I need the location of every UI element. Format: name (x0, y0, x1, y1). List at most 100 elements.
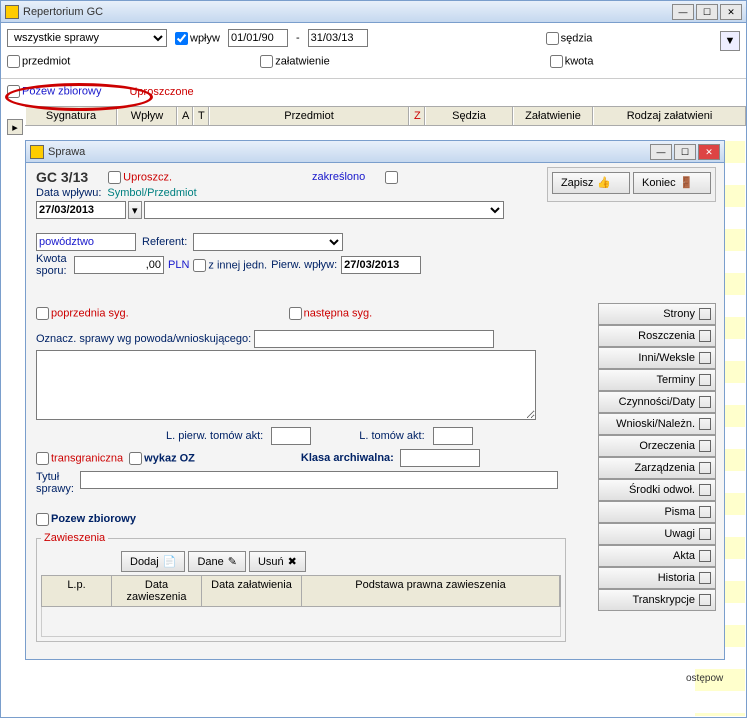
date-picker-button[interactable]: ▾ (128, 201, 142, 219)
wplyw-check[interactable]: wpływ (175, 32, 220, 45)
row3: Pozew zbiorowy Uproszczone (1, 81, 746, 102)
usun-button[interactable]: Usuń✖ (249, 551, 306, 572)
exit-icon: 🚪 (680, 176, 694, 190)
sub-window: Sprawa — ☐ ✕ GC 3/13 Uproszcz. zakreślon… (25, 140, 725, 660)
side-zarzadzenia[interactable]: Zarządzenia (598, 457, 716, 479)
l-pierw-tomow-label: L. pierw. tomów akt: (166, 430, 263, 442)
close-button[interactable]: ✕ (720, 4, 742, 20)
transgraniczna-check[interactable]: transgraniczna (36, 452, 123, 465)
filter-dropdown[interactable]: wszystkie sprawy (7, 29, 167, 47)
tytul-input[interactable] (80, 471, 558, 489)
poprzednia-check[interactable]: poprzednia syg. (36, 307, 129, 320)
filter-icon[interactable]: ▼ (720, 31, 740, 51)
main-titlebar: Repertorium GC — ☐ ✕ (1, 1, 746, 23)
letters-icon (699, 506, 711, 518)
l-pierw-tomow-input[interactable] (271, 427, 311, 445)
claims-icon (699, 330, 711, 342)
zakreslono-label: zakreślono (312, 171, 365, 183)
col-t[interactable]: T (193, 107, 209, 125)
save-area: Zapisz👍 Koniec🚪 (547, 167, 716, 202)
susp-col-data-zal: Data załatwienia (202, 576, 302, 606)
side-inni[interactable]: Inni/Weksle (598, 347, 716, 369)
col-rodzaj[interactable]: Rodzaj załatwieni (593, 107, 746, 125)
oznacz-input[interactable] (254, 330, 494, 348)
zakreslono-check[interactable] (385, 171, 398, 184)
kwota-check[interactable]: kwota (550, 55, 594, 68)
kwota-sporu-label: Kwota sporu: (36, 253, 70, 277)
edit-icon: ✎ (228, 555, 237, 568)
zawieszenia-legend: Zawieszenia (41, 532, 108, 544)
side-wnioski[interactable]: Wnioski/Należn. (598, 413, 716, 435)
notes-icon (699, 528, 711, 540)
klasa-arch-input[interactable] (400, 449, 480, 467)
pierw-wplyw-label: Pierw. wpływ: (271, 259, 337, 271)
zapisz-button[interactable]: Zapisz👍 (552, 172, 630, 194)
sedzia-check[interactable]: sędzia (546, 32, 593, 45)
koniec-button[interactable]: Koniec🚪 (633, 172, 711, 194)
col-przedmiot[interactable]: Przedmiot (209, 107, 409, 125)
symbol-label: Symbol/Przedmiot (107, 187, 196, 199)
people-icon (699, 308, 711, 320)
data-wplywu-label: Data wpływu: (36, 187, 101, 199)
pln-label: PLN (168, 259, 189, 271)
side-transkrypcje[interactable]: Transkrypcje (598, 589, 716, 611)
zalatwienie-check[interactable]: załatwienie (260, 55, 329, 68)
side-pisma[interactable]: Pisma (598, 501, 716, 523)
przedmiot-check[interactable]: przedmiot (7, 55, 70, 68)
data-wplywu-input[interactable] (36, 201, 126, 219)
case-number: GC 3/13 (36, 169, 88, 185)
powodztwo-input[interactable] (36, 233, 136, 251)
col-sedzia[interactable]: Sędzia (425, 107, 513, 125)
symbol-select[interactable] (144, 201, 504, 219)
side-uwagi[interactable]: Uwagi (598, 523, 716, 545)
referent-select[interactable] (193, 233, 343, 251)
transcript-icon (699, 594, 711, 606)
description-textarea[interactable] (36, 350, 536, 420)
app-icon (5, 5, 19, 19)
l-tomow-input[interactable] (433, 427, 473, 445)
side-historia[interactable]: Historia (598, 567, 716, 589)
uproszcz-check[interactable]: Uproszcz. (108, 171, 172, 184)
pozew-zbiorowy-main-check[interactable]: Pozew zbiorowy (7, 85, 101, 98)
side-strony[interactable]: Strony (598, 303, 716, 325)
sub-close-button[interactable]: ✕ (698, 144, 720, 160)
susp-col-lp: L.p. (42, 576, 112, 606)
filter-row2: przedmiot załatwienie kwota (1, 53, 746, 76)
side-akta[interactable]: Akta (598, 545, 716, 567)
minimize-button[interactable]: — (672, 4, 694, 20)
nastepna-check[interactable]: następna syg. (289, 307, 373, 320)
col-sygnatura[interactable]: Sygnatura (25, 107, 117, 125)
activities-icon (699, 396, 711, 408)
date-from-input[interactable] (228, 29, 288, 47)
col-wplyw[interactable]: Wpływ (117, 107, 177, 125)
delete-icon: ✖ (288, 555, 297, 568)
appeals-icon (699, 484, 711, 496)
rulings-icon (699, 440, 711, 452)
side-czynnosci[interactable]: Czynności/Daty (598, 391, 716, 413)
col-zalatwienie[interactable]: Załatwienie (513, 107, 593, 125)
side-roszczenia[interactable]: Roszczenia (598, 325, 716, 347)
sub-titlebar: Sprawa — ☐ ✕ (26, 141, 724, 163)
side-orzeczenia[interactable]: Orzeczenia (598, 435, 716, 457)
side-terminy[interactable]: Terminy (598, 369, 716, 391)
tytul-label: Tytuł sprawy: (36, 471, 76, 495)
oznacz-label: Oznacz. sprawy wg powoda/wnioskującego: (36, 333, 251, 345)
wykaz-oz-check[interactable]: wykaz OZ (129, 452, 195, 465)
klasa-arch-label: Klasa archiwalna: (301, 452, 394, 464)
col-a[interactable]: A (177, 107, 193, 125)
side-srodki[interactable]: Środki odwoł. (598, 479, 716, 501)
maximize-button[interactable]: ☐ (696, 4, 718, 20)
pozew-zbiorowy-sub-check[interactable]: Pozew zbiorowy (36, 513, 136, 525)
others-icon (699, 352, 711, 364)
row-handle-icon[interactable]: ▸ (7, 119, 23, 135)
sub-maximize-button[interactable]: ☐ (674, 144, 696, 160)
sub-minimize-button[interactable]: — (650, 144, 672, 160)
pierw-wplyw-input[interactable] (341, 256, 421, 274)
dane-button[interactable]: Dane✎ (188, 551, 246, 572)
dodaj-button[interactable]: Dodaj📄 (121, 551, 185, 572)
date-to-input[interactable] (308, 29, 368, 47)
col-z[interactable]: Z (409, 107, 425, 125)
z-innej-check[interactable]: z innej jedn. (193, 259, 267, 272)
save-icon: 👍 (597, 176, 611, 190)
kwota-input[interactable] (74, 256, 164, 274)
